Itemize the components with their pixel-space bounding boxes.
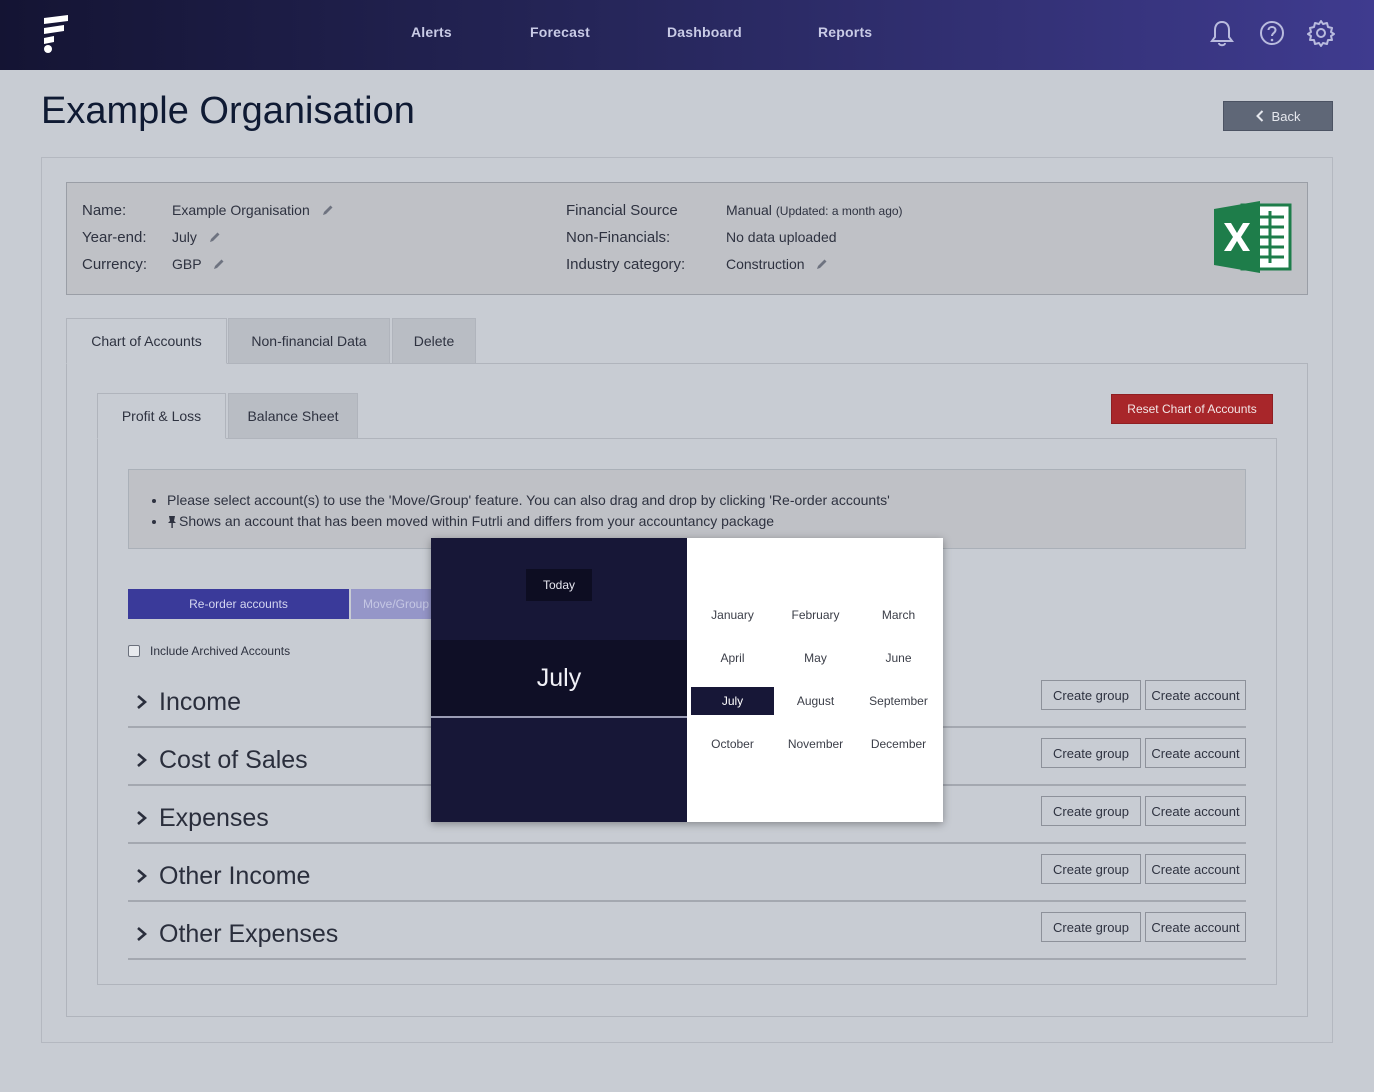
pencil-icon[interactable] bbox=[816, 258, 828, 270]
include-archived-label: Include Archived Accounts bbox=[150, 644, 291, 658]
notice-line-moved-account: Shows an account that has been moved wit… bbox=[167, 511, 890, 532]
notice-line-moved-text: Shows an account that has been moved wit… bbox=[179, 513, 775, 529]
financial-source-text: Manual bbox=[726, 202, 772, 218]
gear-icon[interactable] bbox=[1307, 18, 1335, 48]
month-picker-popup: Today July January February March April … bbox=[431, 538, 943, 822]
yearend-label: Year-end: bbox=[82, 229, 147, 246]
month-picker-sidebar: Today July bbox=[431, 538, 687, 822]
industry-value: Construction bbox=[726, 256, 828, 272]
pencil-icon[interactable] bbox=[213, 258, 225, 270]
currency-value: GBP bbox=[172, 256, 225, 272]
month-march[interactable]: March bbox=[857, 601, 940, 629]
create-group-button[interactable]: Create group bbox=[1041, 738, 1141, 768]
bell-icon[interactable] bbox=[1208, 18, 1236, 48]
selected-month-display: July bbox=[536, 664, 582, 692]
create-account-button[interactable]: Create account bbox=[1145, 738, 1246, 768]
name-value-text: Example Organisation bbox=[172, 202, 310, 218]
nav-reports[interactable]: Reports bbox=[818, 24, 872, 40]
name-label: Name: bbox=[82, 202, 127, 219]
month-november[interactable]: November bbox=[774, 730, 857, 758]
section-title[interactable]: Cost of Sales bbox=[159, 746, 308, 775]
section-title[interactable]: Income bbox=[159, 688, 241, 717]
top-nav-bar: Alerts Forecast Dashboard Reports bbox=[0, 0, 1374, 70]
include-archived-checkbox-row[interactable]: Include Archived Accounts bbox=[128, 644, 290, 658]
futrli-logo-icon[interactable] bbox=[40, 14, 72, 54]
chevron-right-icon[interactable] bbox=[136, 694, 148, 710]
section-title[interactable]: Expenses bbox=[159, 804, 269, 833]
today-button[interactable]: Today bbox=[526, 569, 592, 601]
nav-forecast[interactable]: Forecast bbox=[530, 24, 590, 40]
section-other-income: Other Income Create group Create account bbox=[128, 854, 1246, 902]
notice-line-move-group: Please select account(s) to use the 'Mov… bbox=[167, 490, 890, 511]
tab-balance-sheet[interactable]: Balance Sheet bbox=[228, 393, 358, 439]
chevron-right-icon[interactable] bbox=[136, 926, 148, 942]
tab-profit-loss[interactable]: Profit & Loss bbox=[97, 393, 226, 439]
financial-source-label: Financial Source bbox=[566, 202, 678, 219]
section-other-expenses: Other Expenses Create group Create accou… bbox=[128, 912, 1246, 960]
currency-label: Currency: bbox=[82, 256, 148, 273]
non-financials-value: No data uploaded bbox=[726, 229, 837, 245]
month-january[interactable]: January bbox=[691, 601, 774, 629]
section-title[interactable]: Other Expenses bbox=[159, 920, 338, 949]
back-button[interactable]: Back bbox=[1223, 101, 1333, 131]
create-account-button[interactable]: Create account bbox=[1145, 680, 1246, 710]
pencil-icon[interactable] bbox=[322, 204, 334, 216]
nav-alerts[interactable]: Alerts bbox=[411, 24, 452, 40]
create-group-button[interactable]: Create group bbox=[1041, 680, 1141, 710]
organisation-info-box bbox=[66, 182, 1308, 295]
help-icon[interactable] bbox=[1258, 18, 1286, 48]
chevron-right-icon[interactable] bbox=[136, 752, 148, 768]
yearend-value-text: July bbox=[172, 229, 197, 245]
info-notice: Please select account(s) to use the 'Mov… bbox=[128, 469, 1246, 549]
yearend-value: July bbox=[172, 229, 221, 245]
month-grid: January February March April May June Ju… bbox=[687, 538, 943, 822]
include-archived-checkbox[interactable] bbox=[128, 645, 140, 657]
currency-value-text: GBP bbox=[172, 256, 202, 272]
create-account-button[interactable]: Create account bbox=[1145, 854, 1246, 884]
month-september[interactable]: September bbox=[857, 687, 940, 715]
industry-value-text: Construction bbox=[726, 256, 805, 272]
pin-icon bbox=[168, 516, 176, 528]
chevron-right-icon[interactable] bbox=[136, 868, 148, 884]
create-group-button[interactable]: Create group bbox=[1041, 912, 1141, 942]
reorder-accounts-button[interactable]: Re-order accounts bbox=[128, 589, 349, 619]
non-financials-label: Non-Financials: bbox=[566, 229, 671, 246]
create-account-button[interactable]: Create account bbox=[1145, 796, 1246, 826]
section-title[interactable]: Other Income bbox=[159, 862, 310, 891]
chevron-left-icon bbox=[1255, 110, 1263, 122]
month-may[interactable]: May bbox=[774, 644, 857, 672]
tab-chart-of-accounts[interactable]: Chart of Accounts bbox=[66, 318, 227, 364]
name-value: Example Organisation bbox=[172, 202, 334, 218]
back-label: Back bbox=[1271, 108, 1301, 124]
move-group-button[interactable]: Move/Group bbox=[351, 589, 441, 619]
create-group-button[interactable]: Create group bbox=[1041, 854, 1141, 884]
chevron-right-icon[interactable] bbox=[136, 810, 148, 826]
month-february[interactable]: February bbox=[774, 601, 857, 629]
month-december[interactable]: December bbox=[857, 730, 940, 758]
create-group-button[interactable]: Create group bbox=[1041, 796, 1141, 826]
page-title: Example Organisation bbox=[41, 90, 415, 132]
create-account-button[interactable]: Create account bbox=[1145, 912, 1246, 942]
month-april[interactable]: April bbox=[691, 644, 774, 672]
financial-source-updated: (Updated: a month ago) bbox=[775, 204, 903, 218]
excel-icon[interactable] bbox=[1212, 197, 1292, 277]
tab-delete[interactable]: Delete bbox=[392, 318, 476, 364]
pencil-icon[interactable] bbox=[209, 231, 221, 243]
tab-non-financial-data[interactable]: Non-financial Data bbox=[228, 318, 390, 364]
month-october[interactable]: October bbox=[691, 730, 774, 758]
industry-label: Industry category: bbox=[566, 256, 686, 273]
month-june[interactable]: June bbox=[857, 644, 940, 672]
financial-source-value: Manual (Updated: a month ago) bbox=[726, 202, 903, 218]
reset-chart-of-accounts-button[interactable]: Reset Chart of Accounts bbox=[1111, 394, 1273, 424]
month-august[interactable]: August bbox=[774, 687, 857, 715]
nav-dashboard[interactable]: Dashboard bbox=[667, 24, 742, 40]
month-july[interactable]: July bbox=[691, 687, 774, 715]
